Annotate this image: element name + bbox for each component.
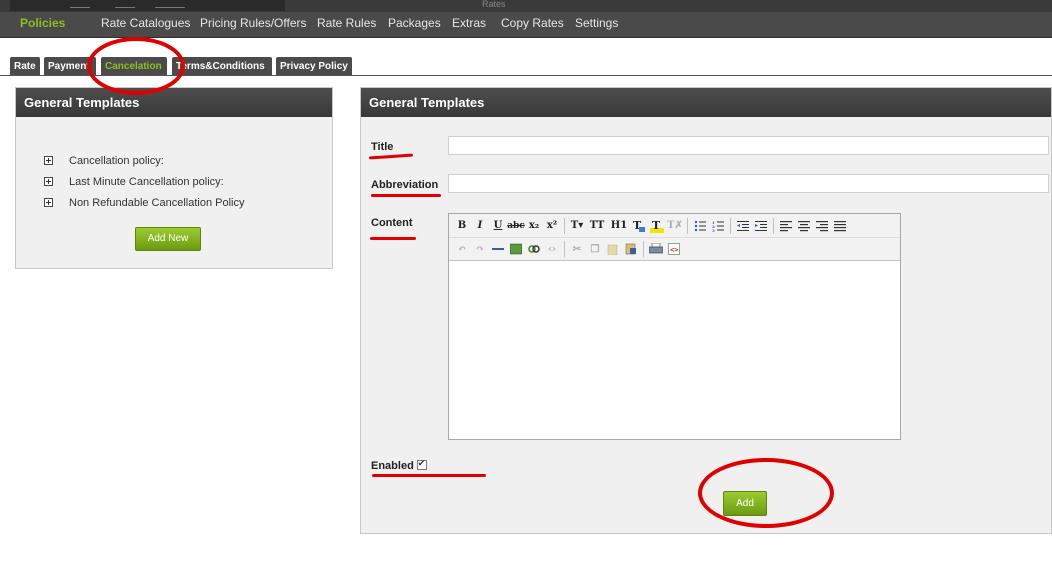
svg-text:3: 3 xyxy=(712,228,715,232)
enabled-checkbox[interactable] xyxy=(416,458,427,470)
rich-text-editor: B I U abc x₂ x² T▾ TT H1 T T T✗ 123 ↶ ↷ … xyxy=(448,213,901,440)
top-strip-block xyxy=(10,0,285,11)
top-strip-mark xyxy=(155,2,185,8)
annotation-circle xyxy=(87,37,185,95)
nav-item-policies[interactable]: Policies xyxy=(20,15,65,31)
template-item-label: Non Refundable Cancellation Policy xyxy=(69,197,245,209)
tab-privacy-policy[interactable]: Privacy Policy xyxy=(276,57,352,76)
expand-icon[interactable] xyxy=(44,198,53,207)
template-form-panel: General Templates Title Abbreviation Con… xyxy=(360,87,1052,534)
bold-icon[interactable]: B xyxy=(453,217,471,235)
abbreviation-input[interactable] xyxy=(448,174,1049,193)
template-form-title: General Templates xyxy=(361,88,1051,117)
top-strip-mark xyxy=(70,2,90,8)
outdent-icon[interactable] xyxy=(734,217,752,235)
clear-format-icon[interactable]: T✗ xyxy=(666,217,684,235)
image-icon[interactable] xyxy=(507,240,525,258)
bullet-list-icon[interactable] xyxy=(691,217,709,235)
italic-icon[interactable]: I xyxy=(471,217,489,235)
horizontal-rule-icon[interactable] xyxy=(489,240,507,258)
nav-item-pricing-rules[interactable]: Pricing Rules/Offers xyxy=(200,15,306,31)
toolbar-separator xyxy=(687,217,688,234)
template-item-label: Last Minute Cancellation policy: xyxy=(69,176,224,188)
toolbar-separator xyxy=(643,241,644,257)
numbered-list-icon[interactable]: 123 xyxy=(709,217,727,235)
copy-icon[interactable]: ❐ xyxy=(586,240,604,258)
editor-toolbar: B I U abc x₂ x² T▾ TT H1 T T T✗ 123 ↶ ↷ … xyxy=(449,214,900,261)
annotation-underline xyxy=(370,237,416,240)
nav-item-settings[interactable]: Settings xyxy=(575,15,618,31)
tab-rate[interactable]: Rate xyxy=(10,57,40,76)
unlink-icon[interactable]: ‹› xyxy=(543,240,561,258)
top-strip-mark xyxy=(115,2,135,8)
expand-icon[interactable] xyxy=(44,156,53,165)
svg-text:<>: <> xyxy=(670,246,678,254)
editor-content-area[interactable] xyxy=(449,261,900,439)
top-strip: Rates xyxy=(0,0,1052,12)
align-center-icon[interactable] xyxy=(795,217,813,235)
nav-item-copy-rates[interactable]: Copy Rates xyxy=(501,15,564,31)
underline-icon[interactable]: U xyxy=(489,217,507,235)
tab-terms-conditions[interactable]: Terms&Conditions xyxy=(172,57,272,76)
undo-icon[interactable]: ↶ xyxy=(453,240,471,258)
nav-item-extras[interactable]: Extras xyxy=(452,15,486,31)
template-item-last-minute[interactable]: Last Minute Cancellation policy: xyxy=(44,175,224,189)
paste-icon[interactable] xyxy=(604,240,622,258)
template-item-label: Cancellation policy: xyxy=(69,155,164,167)
toolbar-separator xyxy=(564,241,565,257)
annotation-circle xyxy=(698,458,834,528)
cut-icon[interactable]: ✂ xyxy=(568,240,586,258)
toolbar-separator xyxy=(564,217,565,234)
font-family-icon[interactable]: T▾ xyxy=(568,217,586,235)
subscript-icon[interactable]: x₂ xyxy=(525,217,543,235)
align-justify-icon[interactable] xyxy=(831,217,849,235)
add-new-button[interactable]: Add New xyxy=(135,227,201,251)
text-color-icon[interactable]: T xyxy=(630,217,648,235)
title-input[interactable] xyxy=(448,136,1049,155)
print-icon[interactable] xyxy=(647,240,665,258)
heading-icon[interactable]: H1 xyxy=(608,217,630,235)
content-label: Content xyxy=(371,217,413,229)
template-item-cancellation[interactable]: Cancellation policy: xyxy=(44,154,164,168)
page-title: Rates xyxy=(482,0,506,9)
annotation-underline xyxy=(372,474,486,477)
svg-text:T: T xyxy=(652,219,661,232)
title-label: Title xyxy=(371,141,394,153)
nav-item-rate-catalogues[interactable]: Rate Catalogues xyxy=(101,15,190,31)
template-item-non-refundable[interactable]: Non Refundable Cancellation Policy xyxy=(44,196,245,210)
font-size-icon[interactable]: TT xyxy=(586,217,608,235)
toolbar-separator xyxy=(730,217,731,234)
editor-toolbar-row: ↶ ↷ ‹› ✂ ❐ <> xyxy=(449,237,900,260)
paste-word-icon[interactable] xyxy=(622,240,640,258)
main-nav: Policies Rate Catalogues Pricing Rules/O… xyxy=(0,12,1052,38)
nav-item-rate-rules[interactable]: Rate Rules xyxy=(317,15,376,31)
abbreviation-label: Abbreviation xyxy=(371,179,439,191)
annotation-underline xyxy=(371,194,441,197)
strikethrough-icon[interactable]: abc xyxy=(507,217,525,235)
enabled-label-text: Enabled xyxy=(371,460,414,472)
enabled-label: Enabled xyxy=(371,458,427,472)
highlight-icon[interactable]: T xyxy=(648,217,666,235)
source-code-icon[interactable]: <> xyxy=(665,240,683,258)
indent-icon[interactable] xyxy=(752,217,770,235)
expand-icon[interactable] xyxy=(44,177,53,186)
link-icon[interactable] xyxy=(525,240,543,258)
nav-item-packages[interactable]: Packages xyxy=(388,15,441,31)
superscript-icon[interactable]: x² xyxy=(543,217,561,235)
editor-toolbar-row: B I U abc x₂ x² T▾ TT H1 T T T✗ 123 xyxy=(449,214,900,237)
templates-list-panel: General Templates Cancellation policy: L… xyxy=(15,87,333,269)
align-right-icon[interactable] xyxy=(813,217,831,235)
toolbar-separator xyxy=(773,217,774,234)
align-left-icon[interactable] xyxy=(777,217,795,235)
templates-list-title: General Templates xyxy=(16,88,332,117)
redo-icon[interactable]: ↷ xyxy=(471,240,489,258)
